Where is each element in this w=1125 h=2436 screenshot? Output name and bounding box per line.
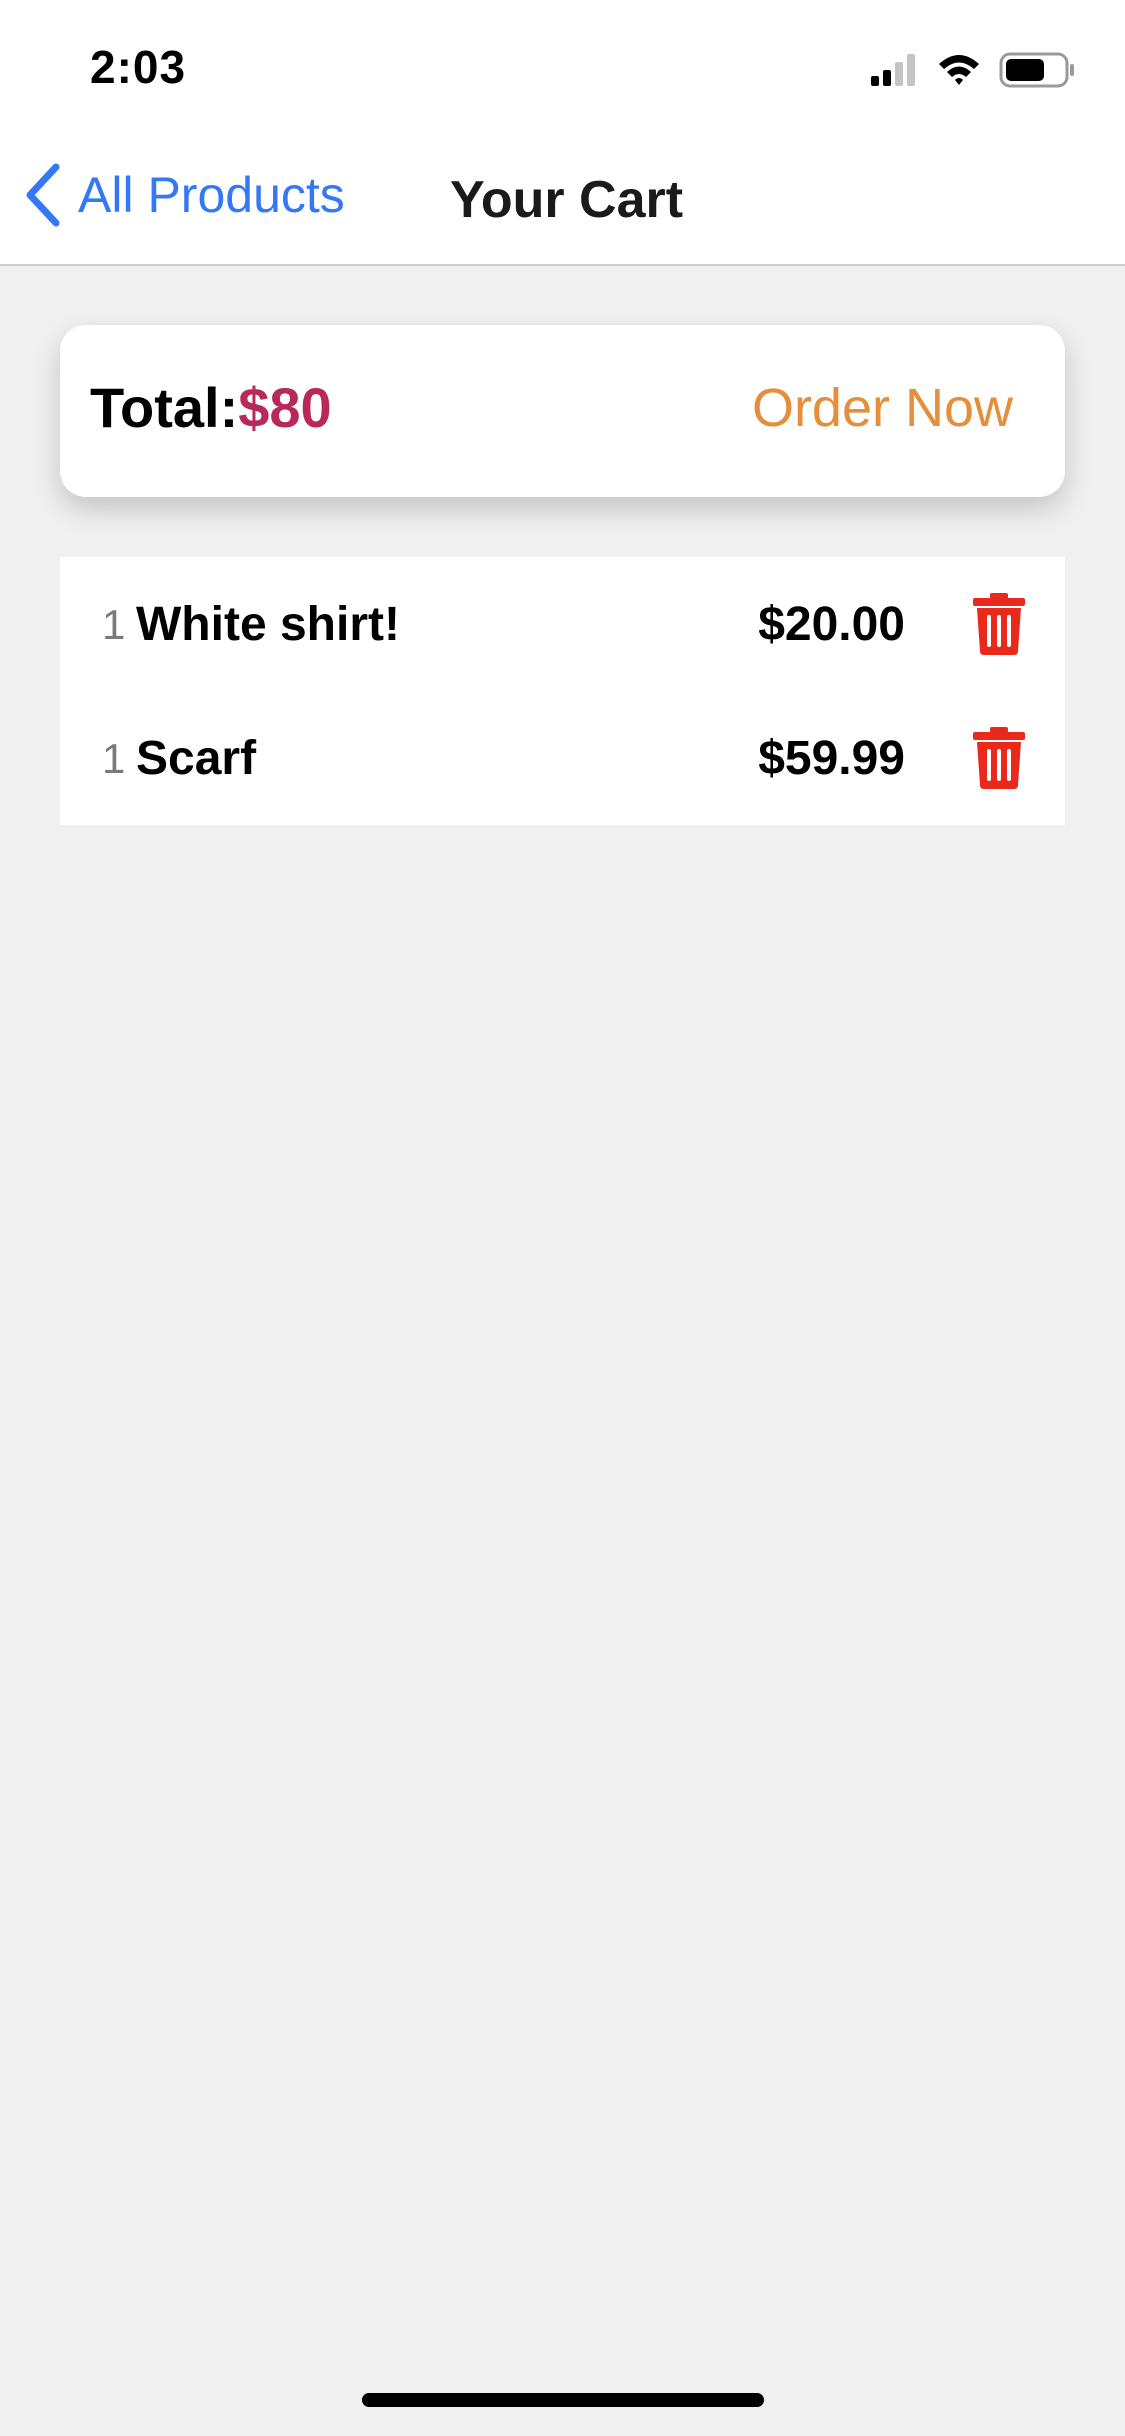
total-value: $80 [238,376,332,439]
order-now-button[interactable]: Order Now [752,377,1013,439]
trash-icon[interactable] [973,727,1025,789]
total-card: Total:$80 Order Now [60,325,1065,497]
page-title: Your Cart [450,171,684,229]
cart-item-quantity: 1 [102,601,126,648]
cart-item-row: 1 Scarf $59.99 [60,691,1065,825]
chevron-left-icon [26,163,60,227]
cart-list: 1 White shirt! $20.00 1 Scarf $59.99 [60,557,1065,825]
cart-item-quantity: 1 [102,735,126,782]
home-indicator[interactable] [362,2393,764,2407]
status-icons [871,52,1074,88]
total-summary: Total:$80 [90,375,332,440]
total-label: Total: [90,376,239,439]
back-button-label: All Products [78,167,345,223]
cart-item-price: $20.00 [758,598,905,651]
cart-item-name: White shirt! [136,598,400,651]
trash-icon[interactable] [973,593,1025,655]
cart-item-name: Scarf [136,732,257,785]
status-bar: 2:03 [0,0,1125,132]
navigation-bar: All Products Your Cart [0,132,1125,266]
cart-item-row: 1 White shirt! $20.00 [60,557,1065,691]
cart-item-price: $59.99 [758,732,905,785]
status-time: 2:03 [90,41,187,93]
battery-icon [999,52,1074,88]
wifi-icon [939,55,979,85]
cellular-signal-icon [871,54,915,86]
back-button[interactable]: All Products [22,160,345,230]
